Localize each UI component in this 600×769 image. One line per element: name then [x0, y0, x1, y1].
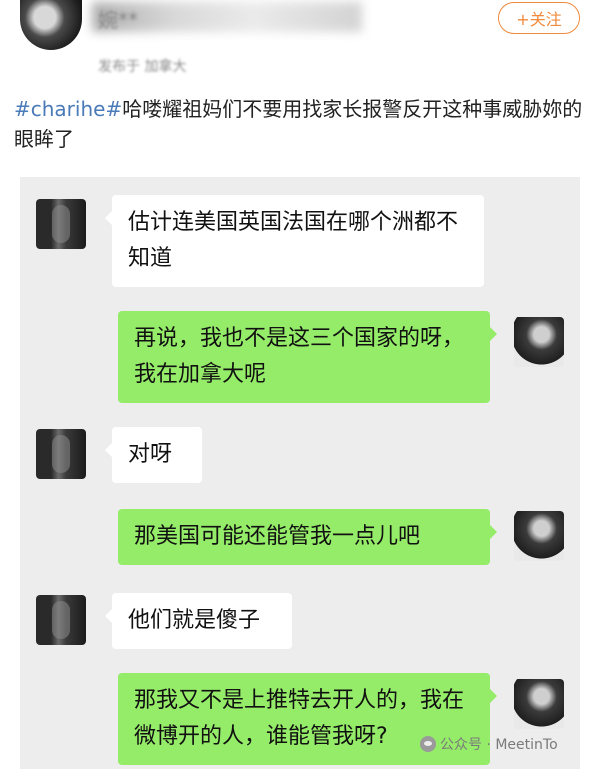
posted-location: 发布于 加拿大 [98, 59, 187, 75]
message-text: 那美国可能还能管我一点儿吧 [134, 524, 421, 549]
author-username[interactable]: 婉** [98, 4, 138, 33]
watermark-text: 公众号 · MeetinTo [440, 737, 558, 753]
wechat-icon [420, 736, 436, 752]
post-header: 婉** 发布于 加拿大 +关注 [0, 0, 600, 90]
hashtag-link[interactable]: #charihe# [14, 97, 122, 121]
message-bubble-right: 再说，我也不是这三个国家的呀，我在加拿大呢 [118, 311, 497, 403]
contact-avatar [36, 595, 86, 645]
contact-avatar [36, 199, 86, 249]
follow-button[interactable]: +关注 [498, 2, 580, 34]
chat-screenshot: 估计连美国英国法国在哪个洲都不知道 再说，我也不是这三个国家的呀，我在加拿大呢 … [20, 177, 580, 769]
contact-avatar [36, 429, 86, 479]
message-text: 那我又不是上推特去开人的，我在微博开的人，谁能管我呀? [134, 688, 465, 749]
message-text: 再说，我也不是这三个国家的呀，我在加拿大呢 [134, 326, 465, 387]
self-avatar [514, 679, 564, 729]
self-avatar [514, 317, 564, 367]
message-bubble-right: 那美国可能还能管我一点儿吧 [118, 509, 497, 565]
message-text: 他们就是傻子 [128, 608, 261, 633]
watermark: 公众号 · MeetinTo [420, 734, 558, 754]
message-text: 对呀 [128, 442, 173, 467]
self-avatar [514, 511, 564, 561]
author-avatar[interactable] [20, 0, 82, 50]
message-bubble-left: 估计连美国英国法国在哪个洲都不知道 [105, 195, 484, 287]
post-body: #charihe#哈喽耀祖妈们不要用找家长报警反开这种事威胁妳的眼眸了 [14, 94, 586, 154]
message-bubble-left: 对呀 [105, 427, 202, 483]
message-text: 估计连美国英国法国在哪个洲都不知道 [128, 210, 459, 271]
message-bubble-left: 他们就是傻子 [105, 593, 292, 649]
